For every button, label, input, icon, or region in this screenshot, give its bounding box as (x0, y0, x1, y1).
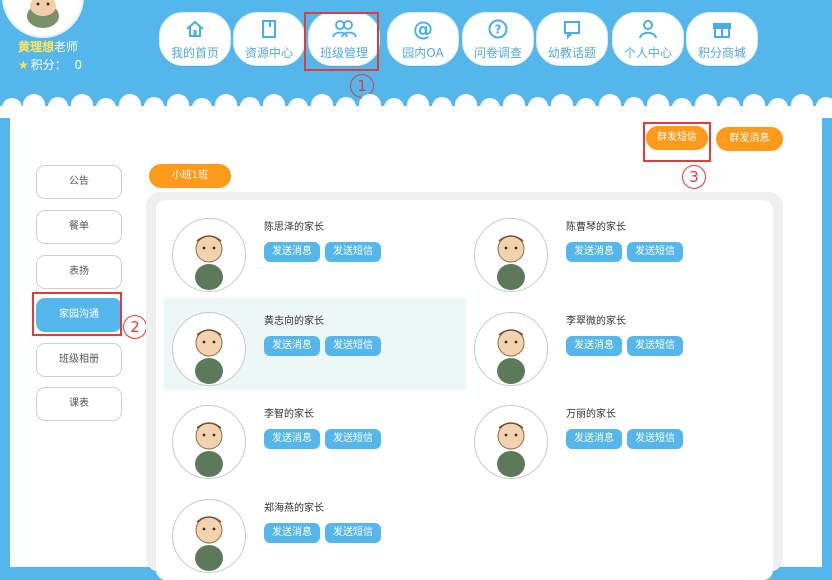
parent-card: 黄志向的家长 发送消息 发送短信 (164, 298, 466, 390)
parents-panel: 陈思泽的家长 发送消息 发送短信 陈曹琴的家长 发送消息 发送短信 黄志向的家长… (146, 192, 783, 580)
annotation-marker-2: 2 (123, 315, 147, 339)
sidebar-item-announcement[interactable]: 公告 (36, 165, 122, 199)
parent-card: 李智的家长 发送消息 发送短信 (164, 391, 466, 483)
child-illustration-icon (195, 516, 223, 571)
child-illustration-icon (195, 422, 223, 477)
parent-name: 陈思泽的家长 (264, 222, 324, 233)
user-role: 老师 (54, 40, 79, 54)
main-content: 群发短信 群发消息 3 公告 餐单 表扬 家园沟通 班级相册 课表 2 小班1班… (10, 110, 822, 580)
child-illustration-icon (497, 235, 525, 290)
nav-label: 资源中心 (244, 46, 293, 60)
tab-class[interactable]: 小班1班 (149, 164, 231, 188)
sidebar-item-menu[interactable]: 餐单 (36, 210, 122, 244)
parent-name: 李智的家长 (264, 409, 314, 420)
points-label: 积分： (30, 58, 67, 72)
nav-item-home[interactable]: 我的首页 (159, 12, 231, 66)
parent-name: 郑海燕的家长 (264, 503, 324, 514)
nav-item-resources[interactable]: 资源中心 (233, 12, 305, 66)
sidebar-item-album[interactable]: 班级相册 (36, 343, 122, 377)
chat-icon (537, 18, 607, 44)
parent-card: 陈曹琴的家长 发送消息 发送短信 (466, 204, 768, 296)
avatar-illustration-icon (27, 0, 59, 28)
avatar[interactable] (172, 405, 246, 479)
gift-icon (687, 18, 757, 44)
sidebar-item-praise[interactable]: 表扬 (36, 255, 122, 289)
nav-item-topics[interactable]: 幼教话题 (536, 12, 608, 66)
parent-name: 万丽的家长 (566, 409, 616, 420)
send-sms-button[interactable]: 发送短信 (325, 242, 381, 262)
person-icon (613, 18, 683, 44)
nav-label: 个人中心 (623, 46, 672, 60)
send-message-button[interactable]: 发送消息 (264, 523, 320, 543)
parent-card: 李翠微的家长 发送消息 发送短信 (466, 298, 768, 390)
send-sms-button[interactable]: 发送短信 (627, 336, 683, 356)
avatar[interactable] (474, 218, 548, 292)
star-icon: ★ (18, 58, 29, 72)
send-message-button[interactable]: 发送消息 (566, 336, 622, 356)
nav-item-personal[interactable]: 个人中心 (612, 12, 684, 66)
at-icon: @ (413, 17, 433, 41)
parent-card: 郑海燕的家长 发送消息 发送短信 (164, 485, 466, 577)
parent-card: 陈思泽的家长 发送消息 发送短信 (164, 204, 466, 296)
send-message-button[interactable]: 发送消息 (566, 429, 622, 449)
nav-label: 幼教话题 (547, 46, 596, 60)
avatar[interactable] (172, 499, 246, 573)
send-sms-button[interactable]: 发送短信 (325, 336, 381, 356)
group-message-button[interactable]: 群发消息 (716, 127, 783, 151)
send-sms-button[interactable]: 发送短信 (627, 429, 683, 449)
child-illustration-icon (195, 329, 223, 384)
send-sms-button[interactable]: 发送短信 (325, 429, 381, 449)
sidebar-item-schedule[interactable]: 课表 (36, 387, 122, 421)
child-illustration-icon (195, 235, 223, 290)
parent-card: 万丽的家长 发送消息 发送短信 (466, 391, 768, 483)
child-illustration-icon (497, 422, 525, 477)
nav-label: 园内OA (402, 46, 444, 60)
avatar[interactable] (172, 218, 246, 292)
document-icon (234, 18, 304, 44)
svg-text:?: ? (495, 23, 502, 37)
send-sms-button[interactable]: 发送短信 (325, 523, 381, 543)
user-avatar[interactable] (2, 0, 84, 38)
parent-name: 李翠微的家长 (566, 316, 626, 327)
annotation-box-3 (643, 122, 711, 162)
send-message-button[interactable]: 发送消息 (264, 429, 320, 449)
send-message-button[interactable]: 发送消息 (264, 242, 320, 262)
nav-item-survey[interactable]: ? 问卷调查 (462, 12, 534, 66)
user-points-line: ★ 积分： 0 (18, 56, 82, 73)
question-icon: ? (463, 18, 533, 44)
user-name[interactable]: 黄理想 (18, 40, 54, 54)
parent-name: 黄志向的家长 (264, 316, 324, 327)
nav-label: 我的首页 (170, 46, 219, 60)
parent-name: 陈曹琴的家长 (566, 222, 626, 233)
annotation-box-2 (32, 292, 122, 336)
send-message-button[interactable]: 发送消息 (264, 336, 320, 356)
send-message-button[interactable]: 发送消息 (566, 242, 622, 262)
home-icon (160, 18, 230, 44)
avatar[interactable] (474, 405, 548, 479)
nav-item-oa[interactable]: @ 园内OA (387, 12, 459, 66)
user-name-line: 黄理想老师 (18, 38, 78, 55)
parents-list: 陈思泽的家长 发送消息 发送短信 陈曹琴的家长 发送消息 发送短信 黄志向的家长… (156, 200, 773, 580)
avatar[interactable] (172, 312, 246, 386)
nav-label: 问卷调查 (473, 46, 522, 60)
nav-label: 积分商城 (697, 46, 746, 60)
nav-item-points-mall[interactable]: 积分商城 (686, 12, 758, 66)
avatar[interactable] (474, 312, 548, 386)
child-illustration-icon (497, 329, 525, 384)
annotation-marker-3: 3 (682, 165, 706, 189)
send-sms-button[interactable]: 发送短信 (627, 242, 683, 262)
points-value: 0 (74, 58, 83, 72)
annotation-box-1 (304, 12, 379, 71)
